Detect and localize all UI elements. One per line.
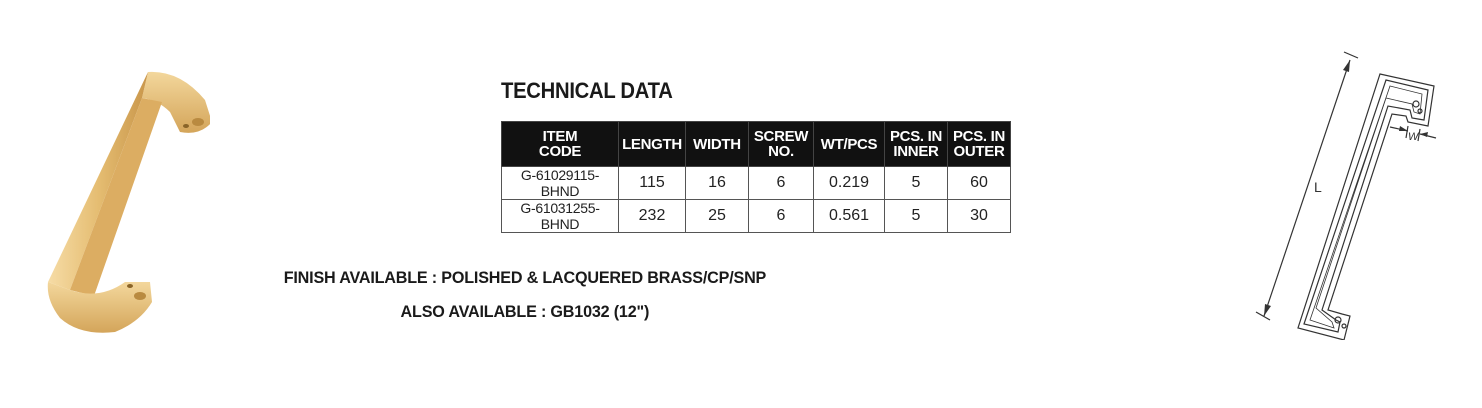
cell-pcs-outer: 30 <box>947 199 1011 233</box>
table-row: G-61029115-BHND 115 16 6 0.219 5 60 <box>501 166 1011 200</box>
header-pcs-inner: PCS. IN INNER <box>884 121 948 167</box>
header-wt-pcs: WT/PCS <box>813 121 885 167</box>
cell-screw-no: 6 <box>748 199 814 233</box>
cell-pcs-inner: 5 <box>884 199 948 233</box>
finish-available-text: FINISH AVAILABLE : POLISHED & LACQUERED … <box>283 268 767 287</box>
also-available-text: ALSO AVAILABLE : GB1032 (12") <box>400 302 650 321</box>
technical-data-heading: TECHNICAL DATA <box>501 78 673 103</box>
cell-width: 16 <box>685 166 749 200</box>
header-screw-no: SCREW NO. <box>748 121 814 167</box>
cell-pcs-inner: 5 <box>884 166 948 200</box>
cell-wt-pcs: 0.561 <box>813 199 885 233</box>
cell-item-code: G-61031255-BHND <box>501 199 619 233</box>
header-length: LENGTH <box>618 121 686 167</box>
cell-width: 25 <box>685 199 749 233</box>
technical-data-table: ITEM CODE LENGTH WIDTH SCREW NO. WT/PCS PC… <box>501 121 1011 233</box>
width-label: W <box>1408 131 1420 143</box>
header-width: WIDTH <box>685 121 749 167</box>
header-item-code: ITEM CODE <box>501 121 619 167</box>
cell-length: 115 <box>618 166 686 200</box>
length-label: L <box>1314 179 1322 195</box>
cell-screw-no: 6 <box>748 166 814 200</box>
length-dimension-line <box>1263 59 1351 317</box>
header-pcs-outer: PCS. IN OUTER <box>947 121 1011 167</box>
cell-pcs-outer: 60 <box>947 166 1011 200</box>
cell-wt-pcs: 0.219 <box>813 166 885 200</box>
table-header-row: ITEM CODE LENGTH WIDTH SCREW NO. WT/PCS PC… <box>501 121 1011 167</box>
cell-length: 232 <box>618 199 686 233</box>
cell-item-code: G-61029115-BHND <box>501 166 619 200</box>
handle-dimension-drawing: L W <box>1255 51 1437 340</box>
table-row: G-61031255-BHND 232 25 6 0.561 5 30 <box>501 199 1011 233</box>
